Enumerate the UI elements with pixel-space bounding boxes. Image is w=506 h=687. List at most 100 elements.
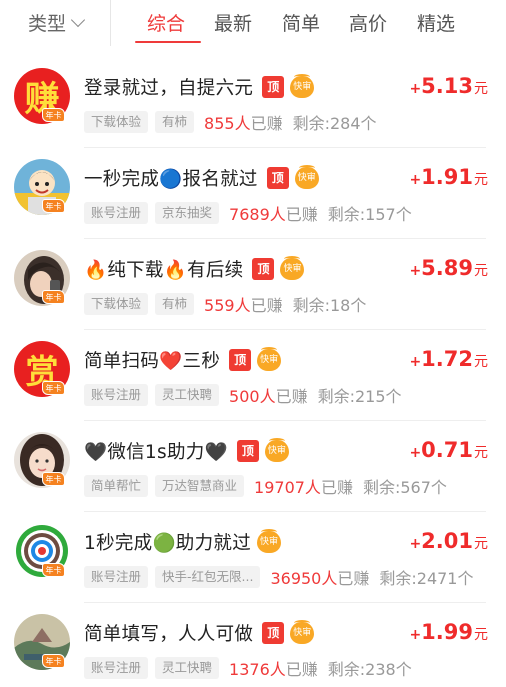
task-meta: 下载体验 有柿 855人已赚 剩余:284个	[84, 110, 492, 134]
top-badge: 顶	[266, 167, 289, 189]
fast-review-badge: 快审	[290, 620, 315, 644]
category-tag: 账号注册	[84, 384, 149, 406]
task-item[interactable]: 年卡 🔥纯下载🔥有后续 顶 快审 + 5.89 元 下载体验 有柿 559人已赚…	[0, 239, 506, 330]
task-title: 简单填写，人人可做	[84, 624, 254, 645]
earned-count-number: 7689人	[229, 205, 286, 224]
reward-amount: 1.72	[421, 347, 473, 371]
task-title-line: 简单扫码❤️三秒 顶 快审	[84, 347, 282, 373]
year-card-badge: 年卡	[42, 199, 65, 213]
earned-count-suffix: 已赚	[285, 205, 318, 224]
task-item[interactable]: 年卡 🖤微信1s助力🖤 顶 快审 + 0.71 元 简单帮忙 万达智慧商业 19…	[0, 421, 506, 512]
reward-unit: 元	[474, 172, 488, 188]
reward-amount: 5.13	[421, 74, 473, 98]
earned-count-number: 500人	[229, 387, 276, 406]
task-meta: 账号注册 灵工快聘 1376人已赚 剩余:238个	[84, 656, 492, 680]
fast-review-badge: 快审	[264, 438, 289, 462]
type-filter-label: 类型	[28, 13, 67, 35]
year-card-badge: 年卡	[42, 290, 65, 304]
reward-sign: +	[409, 445, 422, 461]
merchant-tag: 万达智慧商业	[155, 475, 245, 497]
reward-sign: +	[409, 172, 422, 188]
top-badge: 顶	[236, 440, 259, 462]
fast-review-badge: 快审	[290, 74, 315, 98]
category-tag: 下载体验	[84, 293, 149, 315]
avatar: 年卡	[14, 159, 70, 215]
remaining-count: 剩余:2471个	[379, 569, 474, 588]
task-meta: 账号注册 京东抽奖 7689人已赚 剩余:157个	[84, 201, 492, 225]
task-item[interactable]: 赚 年卡 登录就过，自提六元 顶 快审 + 5.13 元 下载体验 有柿 855…	[0, 57, 506, 148]
task-item[interactable]: 年卡 简单填写，人人可做 顶 快审 + 1.99 元 账号注册 灵工快聘 137…	[0, 603, 506, 687]
avatar: 年卡	[14, 250, 70, 306]
task-reward: + 5.13 元	[409, 74, 488, 98]
top-badge: 顶	[252, 258, 275, 280]
task-title-line: 一秒完成🔵报名就过 顶 快审	[84, 165, 319, 191]
fast-review-badge: 快审	[280, 256, 305, 280]
task-item[interactable]: 赏 年卡 简单扫码❤️三秒 顶 快审 + 1.72 元 账号注册 灵工快聘 50…	[0, 330, 506, 421]
reward-sign: +	[409, 81, 422, 97]
year-card-badge: 年卡	[42, 654, 65, 668]
task-reward: + 1.72 元	[409, 347, 488, 371]
task-title: 1秒完成🟢助力就过	[84, 533, 252, 554]
earned-count-number: 855人	[204, 114, 251, 133]
earned-count: 1376人已赚	[229, 656, 318, 680]
earned-count-number: 559人	[204, 296, 251, 315]
merchant-tag: 灵工快聘	[155, 657, 220, 679]
reward-sign: +	[409, 263, 422, 279]
earned-count-suffix: 已赚	[250, 296, 283, 315]
tab-simple[interactable]: 简单	[282, 9, 320, 36]
task-title-line: 简单填写，人人可做 顶 快审	[84, 620, 315, 646]
reward-unit: 元	[474, 627, 488, 643]
task-title: 简单扫码❤️三秒	[84, 351, 221, 372]
year-card-badge: 年卡	[42, 472, 65, 486]
reward-unit: 元	[474, 445, 488, 461]
chevron-down-icon	[70, 12, 86, 27]
task-reward: + 1.91 元	[409, 165, 488, 189]
fast-review-badge: 快审	[257, 529, 282, 553]
tab-comprehensive[interactable]: 综合	[147, 9, 185, 36]
tab-latest[interactable]: 最新	[214, 9, 252, 36]
task-item[interactable]: 年卡 1秒完成🟢助力就过 快审 + 2.01 元 账号注册 快手-红包无限...…	[0, 512, 506, 603]
reward-sign: +	[409, 627, 422, 643]
remaining-count: 剩余:18个	[292, 296, 367, 315]
filter-bar: 类型 综合 最新 简单 高价 精选	[0, 0, 506, 46]
category-tag: 账号注册	[84, 202, 149, 224]
task-title: 登录就过，自提六元	[84, 78, 254, 99]
task-item[interactable]: 年卡 一秒完成🔵报名就过 顶 快审 + 1.91 元 账号注册 京东抽奖 768…	[0, 148, 506, 239]
earned-count: 7689人已赚	[229, 201, 318, 225]
earned-count-suffix: 已赚	[337, 569, 370, 588]
reward-sign: +	[409, 536, 422, 552]
task-title-line: 🖤微信1s助力🖤 顶 快审	[84, 438, 289, 464]
earned-count: 855人已赚	[204, 110, 283, 134]
earned-count-number: 36950人	[270, 569, 338, 588]
earned-count: 19707人已赚	[254, 474, 353, 498]
reward-unit: 元	[474, 263, 488, 279]
reward-amount: 2.01	[421, 529, 473, 553]
earned-count: 500人已赚	[229, 383, 308, 407]
task-reward: + 0.71 元	[409, 438, 488, 462]
task-reward: + 5.89 元	[409, 256, 488, 280]
earned-count: 559人已赚	[204, 292, 283, 316]
tab-high-price[interactable]: 高价	[349, 9, 387, 36]
avatar: 年卡	[14, 432, 70, 488]
task-title-line: 登录就过，自提六元 顶 快审	[84, 74, 315, 100]
merchant-tag: 有柿	[155, 293, 195, 315]
reward-amount: 1.91	[421, 165, 473, 189]
task-meta: 账号注册 快手-红包无限... 36950人已赚 剩余:2471个	[84, 565, 492, 589]
merchant-tag: 灵工快聘	[155, 384, 220, 406]
remaining-count: 剩余:215个	[317, 387, 402, 406]
tab-featured[interactable]: 精选	[417, 9, 455, 36]
active-tab-indicator	[135, 41, 201, 43]
remaining-count: 剩余:157个	[327, 205, 412, 224]
merchant-tag: 快手-红包无限...	[155, 566, 261, 588]
remaining-count: 剩余:284个	[292, 114, 377, 133]
earned-count-suffix: 已赚	[250, 114, 283, 133]
avatar: 赏 年卡	[14, 341, 70, 397]
top-badge: 顶	[229, 349, 252, 371]
reward-unit: 元	[474, 354, 488, 370]
task-title: 🖤微信1s助力🖤	[84, 442, 228, 463]
avatar: 赚 年卡	[14, 68, 70, 124]
earned-count: 36950人已赚	[270, 565, 369, 589]
fast-review-badge: 快审	[294, 165, 319, 189]
earned-count-number: 19707人	[254, 478, 321, 497]
type-filter-dropdown[interactable]: 类型	[28, 9, 86, 36]
